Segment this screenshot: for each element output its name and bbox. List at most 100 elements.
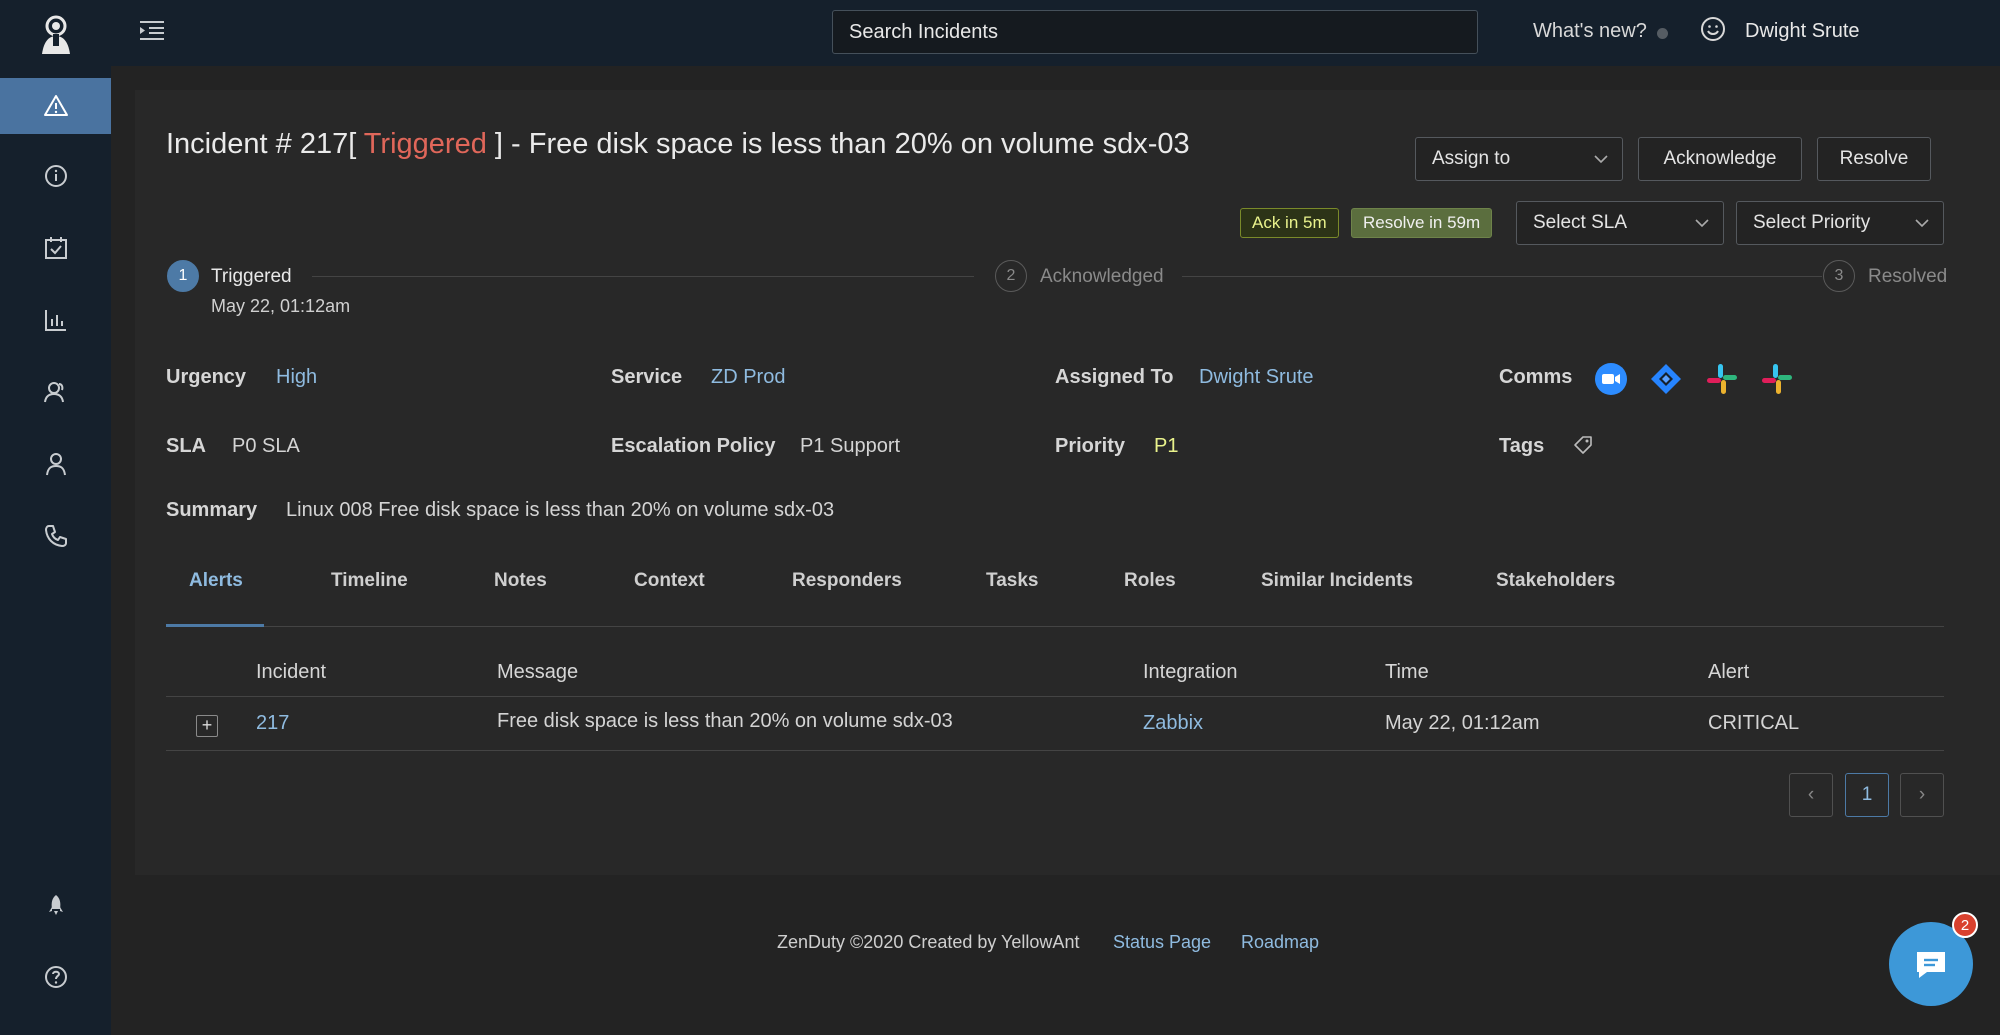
table-cell-time: May 22, 01:12am	[1385, 712, 1540, 734]
footer-copyright: ZenDuty ©2020 Created by YellowAnt	[777, 932, 1080, 952]
tab-divider	[166, 626, 1944, 627]
expand-row-button[interactable]: +	[196, 715, 218, 737]
ack-timer-badge: Ack in 5m	[1240, 208, 1339, 238]
table-cell-message: Free disk space is less than 20% on volu…	[497, 710, 953, 732]
table-cell-alert: CRITICAL	[1708, 712, 1800, 734]
search-input[interactable]: Search Incidents	[832, 10, 1478, 54]
nav-schedule[interactable]	[0, 220, 111, 276]
select-priority-label: Select Priority	[1753, 212, 1871, 233]
assign-to-dropdown[interactable]: Assign to	[1415, 137, 1623, 181]
pagination-prev-button[interactable]: ‹	[1789, 773, 1833, 817]
assign-to-label: Assign to	[1432, 148, 1511, 169]
page-title: Incident # 217[ Triggered ] - Free disk …	[166, 128, 1190, 161]
table-cell-incident[interactable]: 217	[256, 712, 289, 735]
priority-label: Priority	[1055, 435, 1126, 457]
whats-new-link[interactable]: What's new?	[1533, 20, 1647, 43]
sidebar	[0, 0, 111, 1035]
step-resolved-label: Resolved	[1868, 266, 1948, 287]
calendar-check-icon	[44, 237, 67, 259]
step-resolved-number: 3	[1823, 260, 1855, 292]
escalation-policy-label: Escalation Policy	[611, 435, 776, 457]
escalation-policy-value: P1 Support	[800, 435, 901, 457]
assigned-to-value[interactable]: Dwight Srute	[1199, 366, 1314, 389]
step-triggered-number: 1	[167, 260, 199, 292]
nav-profile[interactable]	[0, 436, 111, 492]
select-sla-label: Select SLA	[1533, 212, 1627, 233]
step-triggered-label: Triggered	[211, 266, 292, 287]
column-header-message: Message	[497, 661, 579, 683]
tab-stakeholders[interactable]: Stakeholders	[1496, 570, 1615, 592]
column-header-incident: Incident	[256, 661, 327, 683]
tab-tasks[interactable]: Tasks	[986, 570, 1038, 592]
service-value[interactable]: ZD Prod	[711, 366, 785, 389]
column-header-alert: Alert	[1708, 661, 1750, 683]
pagination-page-1[interactable]: 1	[1845, 773, 1889, 817]
table-header-divider	[166, 696, 1944, 697]
nav-analytics[interactable]	[0, 292, 111, 348]
bar-chart-icon	[44, 310, 66, 331]
smiley-icon[interactable]	[1700, 16, 1726, 42]
step-triggered-time: May 22, 01:12am	[211, 296, 351, 316]
acknowledge-button[interactable]: Acknowledge	[1638, 137, 1802, 181]
help-icon	[44, 966, 67, 988]
summary-value: Linux 008 Free disk space is less than 2…	[286, 499, 835, 521]
title-suffix: ] - Free disk space is less than 20% on …	[486, 128, 1190, 160]
incident-state: Triggered	[363, 128, 487, 160]
select-priority-dropdown[interactable]: Select Priority	[1736, 201, 1944, 245]
chat-icon	[1917, 952, 1945, 978]
tag-icon[interactable]	[1572, 434, 1594, 456]
chevron-down-icon	[1915, 219, 1929, 228]
urgency-label: Urgency	[166, 366, 247, 388]
priority-value: P1	[1154, 435, 1179, 457]
column-header-integration: Integration	[1143, 661, 1238, 683]
chevron-down-icon	[1594, 155, 1608, 164]
tab-alerts[interactable]: Alerts	[189, 570, 243, 592]
phone-icon	[44, 525, 67, 547]
tab-roles[interactable]: Roles	[1124, 570, 1176, 592]
whats-new-indicator	[1657, 28, 1668, 39]
service-label: Service	[611, 366, 683, 388]
tab-context[interactable]: Context	[634, 570, 705, 592]
warning-icon	[43, 95, 68, 116]
rocket-icon	[48, 895, 63, 915]
footer-status-page-link[interactable]: Status Page	[1113, 932, 1211, 953]
slack-icon[interactable]	[1705, 362, 1739, 396]
step-acknowledged-label: Acknowledged	[1040, 266, 1164, 287]
info-icon	[44, 165, 67, 187]
footer-roadmap-link[interactable]: Roadmap	[1241, 932, 1319, 953]
resolve-timer-badge: Resolve in 59m	[1351, 208, 1493, 238]
tab-notes[interactable]: Notes	[494, 570, 547, 592]
title-prefix: Incident # 217[	[166, 128, 364, 160]
tags-label: Tags	[1499, 435, 1545, 457]
nav-incidents[interactable]	[0, 78, 111, 134]
summary-label: Summary	[166, 499, 258, 521]
chat-unread-badge: 2	[1952, 912, 1978, 938]
step-connector	[312, 276, 974, 277]
user-icon	[45, 453, 66, 476]
resolve-button[interactable]: Resolve	[1817, 137, 1931, 181]
table-cell-integration[interactable]: Zabbix	[1143, 712, 1203, 735]
user-menu[interactable]: Dwight Srute	[1745, 20, 1860, 43]
nav-info[interactable]	[0, 148, 111, 204]
tab-timeline[interactable]: Timeline	[331, 570, 408, 592]
select-sla-dropdown[interactable]: Select SLA	[1516, 201, 1724, 245]
team-icon	[43, 382, 64, 403]
nav-help[interactable]	[0, 949, 111, 1005]
zenduty-logo-icon[interactable]	[36, 12, 76, 56]
tab-responders[interactable]: Responders	[792, 570, 902, 592]
menu-toggle-icon[interactable]	[139, 18, 165, 42]
nav-calls[interactable]	[0, 508, 111, 564]
urgency-value[interactable]: High	[276, 366, 317, 389]
chevron-down-icon	[1695, 219, 1709, 228]
jira-icon[interactable]	[1649, 362, 1683, 396]
sla-label: SLA	[166, 435, 206, 457]
tab-similar-incidents[interactable]: Similar Incidents	[1261, 570, 1413, 592]
comms-label: Comms	[1499, 366, 1573, 388]
zoom-icon[interactable]	[1594, 362, 1628, 396]
step-connector	[1182, 276, 1822, 277]
nav-teams[interactable]	[0, 364, 111, 420]
nav-launch[interactable]	[0, 877, 111, 933]
pagination-next-button[interactable]: ›	[1900, 773, 1944, 817]
step-acknowledged-number: 2	[995, 260, 1027, 292]
slack-icon[interactable]	[1760, 362, 1794, 396]
